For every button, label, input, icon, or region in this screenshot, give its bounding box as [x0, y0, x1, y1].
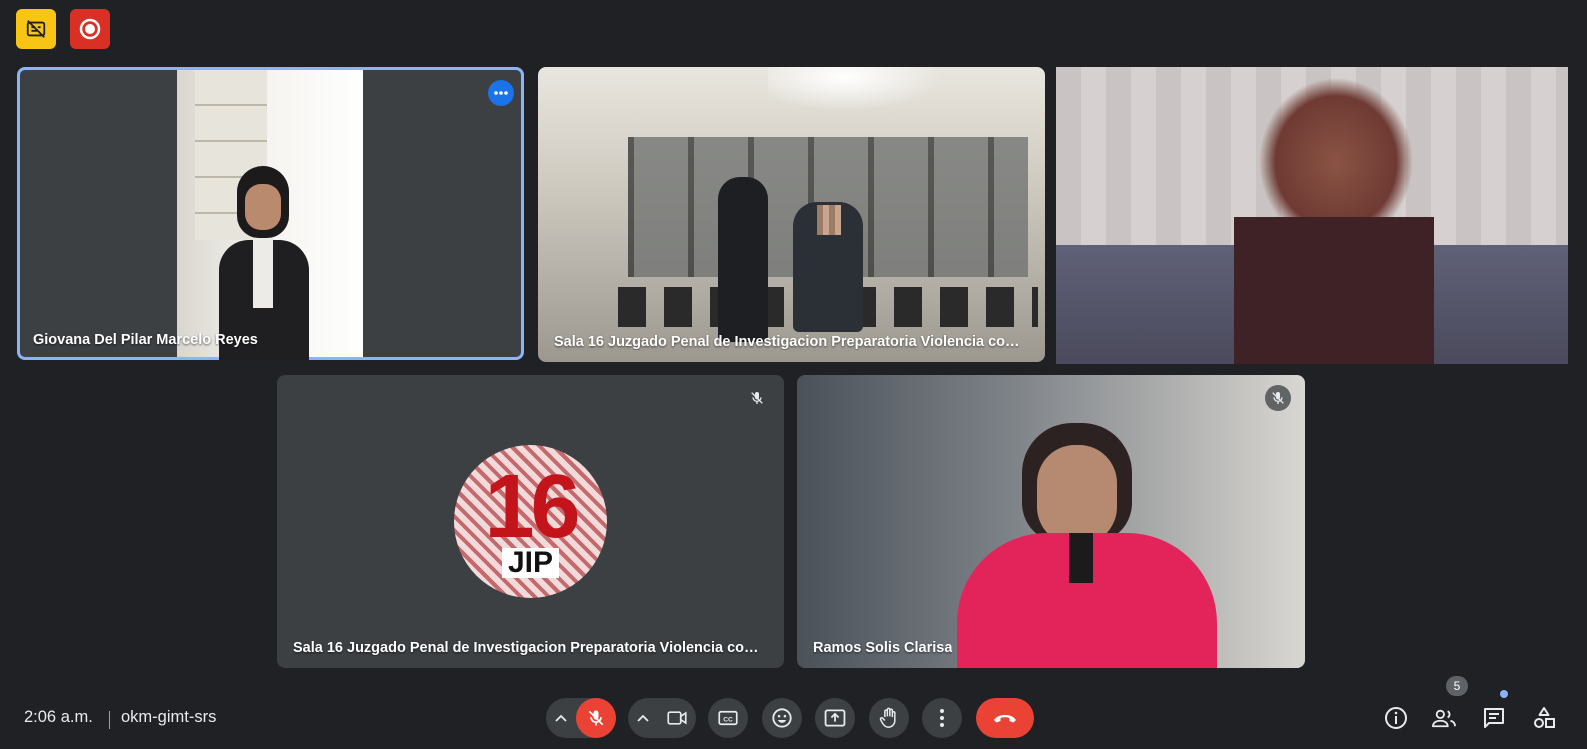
person-figure	[957, 423, 1217, 668]
camera-control-group	[628, 698, 696, 738]
more-horiz-icon	[494, 91, 508, 95]
participant-tile-pixelated[interactable]	[1056, 67, 1568, 364]
participant-name: Giovana Del Pilar Marcelo Reyes	[33, 332, 258, 348]
chat-button[interactable]	[1480, 704, 1508, 732]
activities-button[interactable]	[1530, 704, 1558, 732]
avatar-number: 16	[484, 456, 580, 557]
closed-captions-icon: CC	[718, 710, 738, 726]
meeting-time: 2:06 a.m.	[24, 708, 93, 726]
participant-tile-giovana[interactable]: Giovana Del Pilar Marcelo Reyes	[17, 67, 524, 360]
pixelated-body	[1234, 217, 1434, 364]
present-to-all-icon	[824, 709, 846, 727]
avatar-text: JIP	[501, 547, 560, 578]
mic-off-icon	[751, 392, 763, 404]
person-figure	[217, 166, 309, 360]
camera-options-button[interactable]	[628, 698, 658, 738]
captions-button[interactable]: CC	[708, 698, 748, 738]
divider	[109, 711, 110, 729]
more-vert-icon	[940, 709, 944, 727]
more-options-button[interactable]	[922, 698, 962, 738]
person-standing-1	[718, 177, 768, 342]
participant-tile-ramos[interactable]: Ramos Solis Clarisa	[797, 375, 1305, 668]
activities-icon	[1534, 707, 1555, 728]
emoji-button[interactable]	[762, 698, 802, 738]
svg-text:CC: CC	[723, 716, 733, 723]
captions-off-icon[interactable]	[16, 9, 56, 49]
chevron-up-icon	[555, 714, 567, 722]
chevron-up-icon	[637, 714, 649, 722]
mic-options-button[interactable]	[546, 698, 576, 738]
meeting-code: okm-gimt-srs	[121, 708, 217, 726]
muted-badge	[1265, 385, 1291, 411]
participants-count-badge: 5	[1446, 676, 1468, 696]
ceiling-lights	[768, 67, 958, 117]
camera-toggle-button[interactable]	[658, 698, 696, 738]
avatar: 16 JIP	[454, 445, 607, 598]
participant-name: Sala 16 Juzgado Penal de Investigacion P…	[554, 334, 1024, 350]
recording-icon	[70, 9, 110, 49]
call-end-icon	[994, 715, 1016, 723]
mic-off-icon	[1272, 392, 1284, 404]
emoji-icon	[772, 708, 792, 728]
raise-hand-button[interactable]	[869, 698, 909, 738]
hand-icon	[879, 707, 896, 728]
meeting-details-button[interactable]	[1382, 704, 1410, 732]
blurred-face	[817, 205, 841, 235]
videocam-icon	[667, 711, 687, 725]
chat-icon	[1484, 708, 1504, 728]
leave-call-button[interactable]	[976, 698, 1034, 738]
people-button[interactable]	[1430, 704, 1458, 732]
participant-name: Ramos Solis Clarisa	[813, 640, 953, 656]
mic-toggle-button[interactable]	[576, 698, 616, 738]
chat-notification-dot	[1500, 690, 1508, 698]
people-icon	[1432, 709, 1456, 728]
participant-tile-courtroom[interactable]: Sala 16 Juzgado Penal de Investigacion P…	[538, 67, 1045, 362]
more-options-button[interactable]	[488, 80, 514, 106]
mic-off-icon	[588, 710, 604, 726]
participant-name: Sala 16 Juzgado Penal de Investigacion P…	[293, 640, 763, 656]
participant-video	[177, 70, 363, 360]
muted-badge	[744, 385, 770, 411]
info-icon	[1385, 707, 1407, 729]
participant-tile-sala16[interactable]: 16 JIP Sala 16 Juzgado Penal de Investig…	[277, 375, 784, 668]
present-button[interactable]	[815, 698, 855, 738]
